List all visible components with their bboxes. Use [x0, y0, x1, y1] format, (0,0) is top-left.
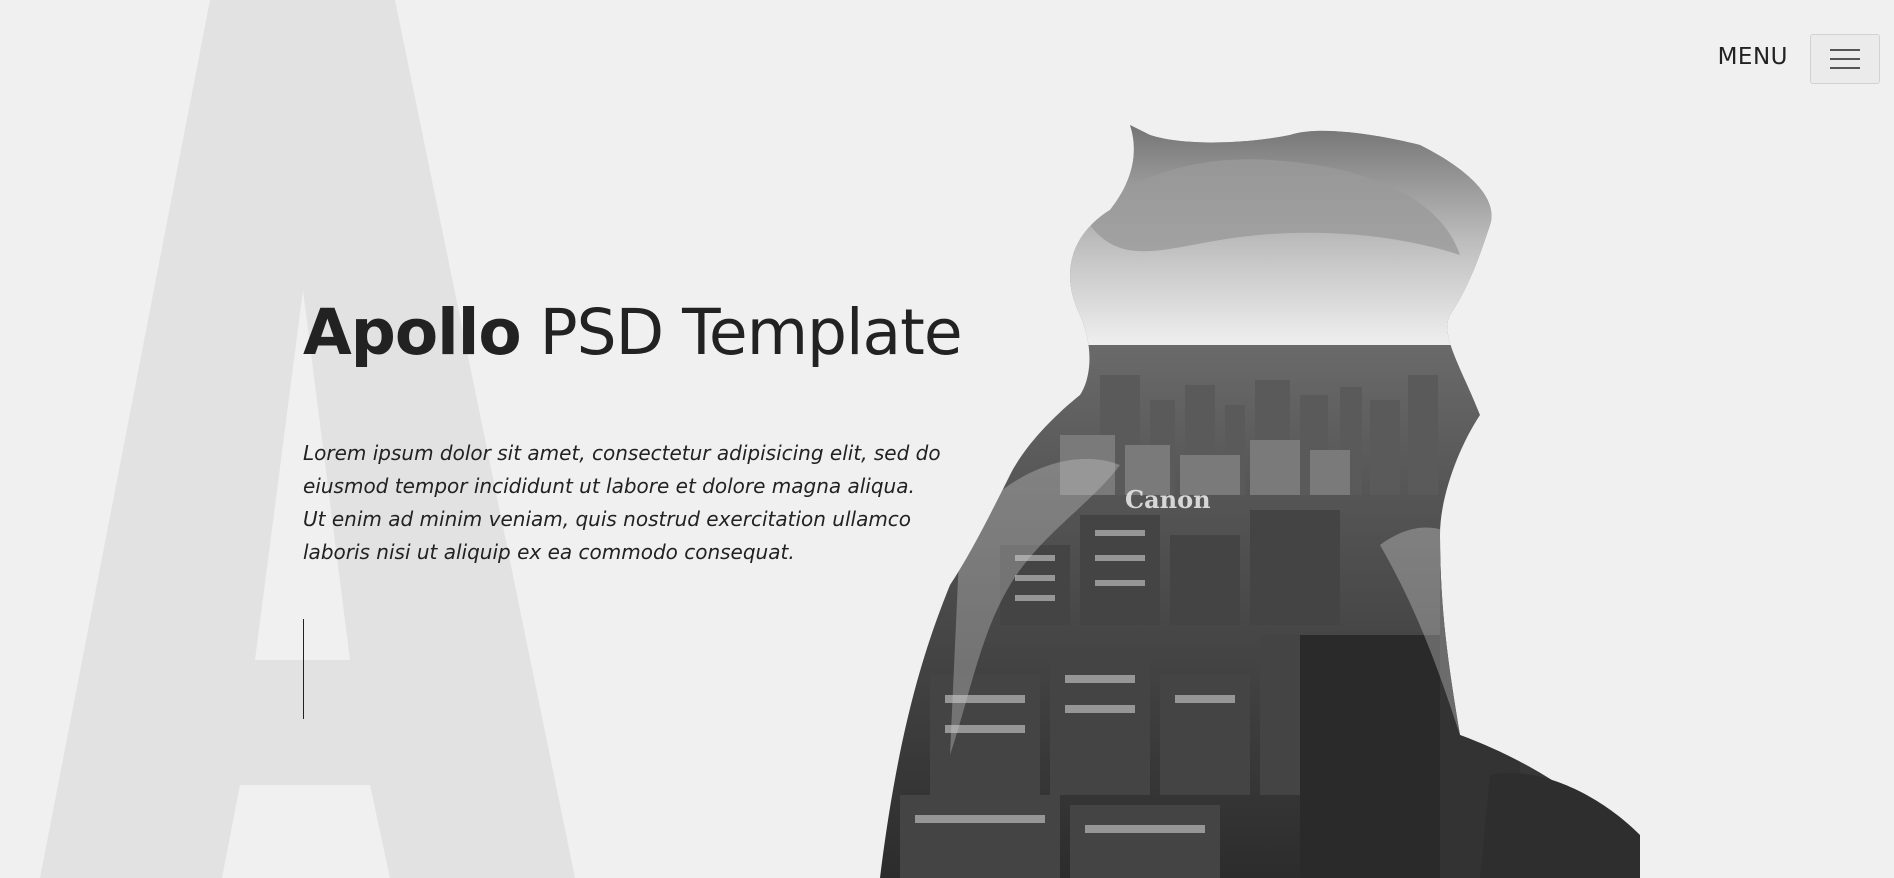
hero-page: Canon MENU Apollo PSD Template Lorem ips…: [0, 0, 1894, 878]
menu-toggle-button[interactable]: [1810, 34, 1880, 84]
double-exposure-photo: Canon: [880, 125, 1640, 878]
hero-description: Lorem ipsum dolor sit amet, consectetur …: [303, 441, 941, 564]
menu-label[interactable]: MENU: [1718, 44, 1788, 70]
page-title: Apollo PSD Template: [303, 296, 963, 369]
camera-brand-text: Canon: [1125, 485, 1211, 514]
title-bold: Apollo: [303, 296, 522, 369]
title-rest: PSD Template: [520, 296, 963, 369]
vertical-divider: [303, 619, 304, 719]
hamburger-icon: [1830, 49, 1860, 69]
